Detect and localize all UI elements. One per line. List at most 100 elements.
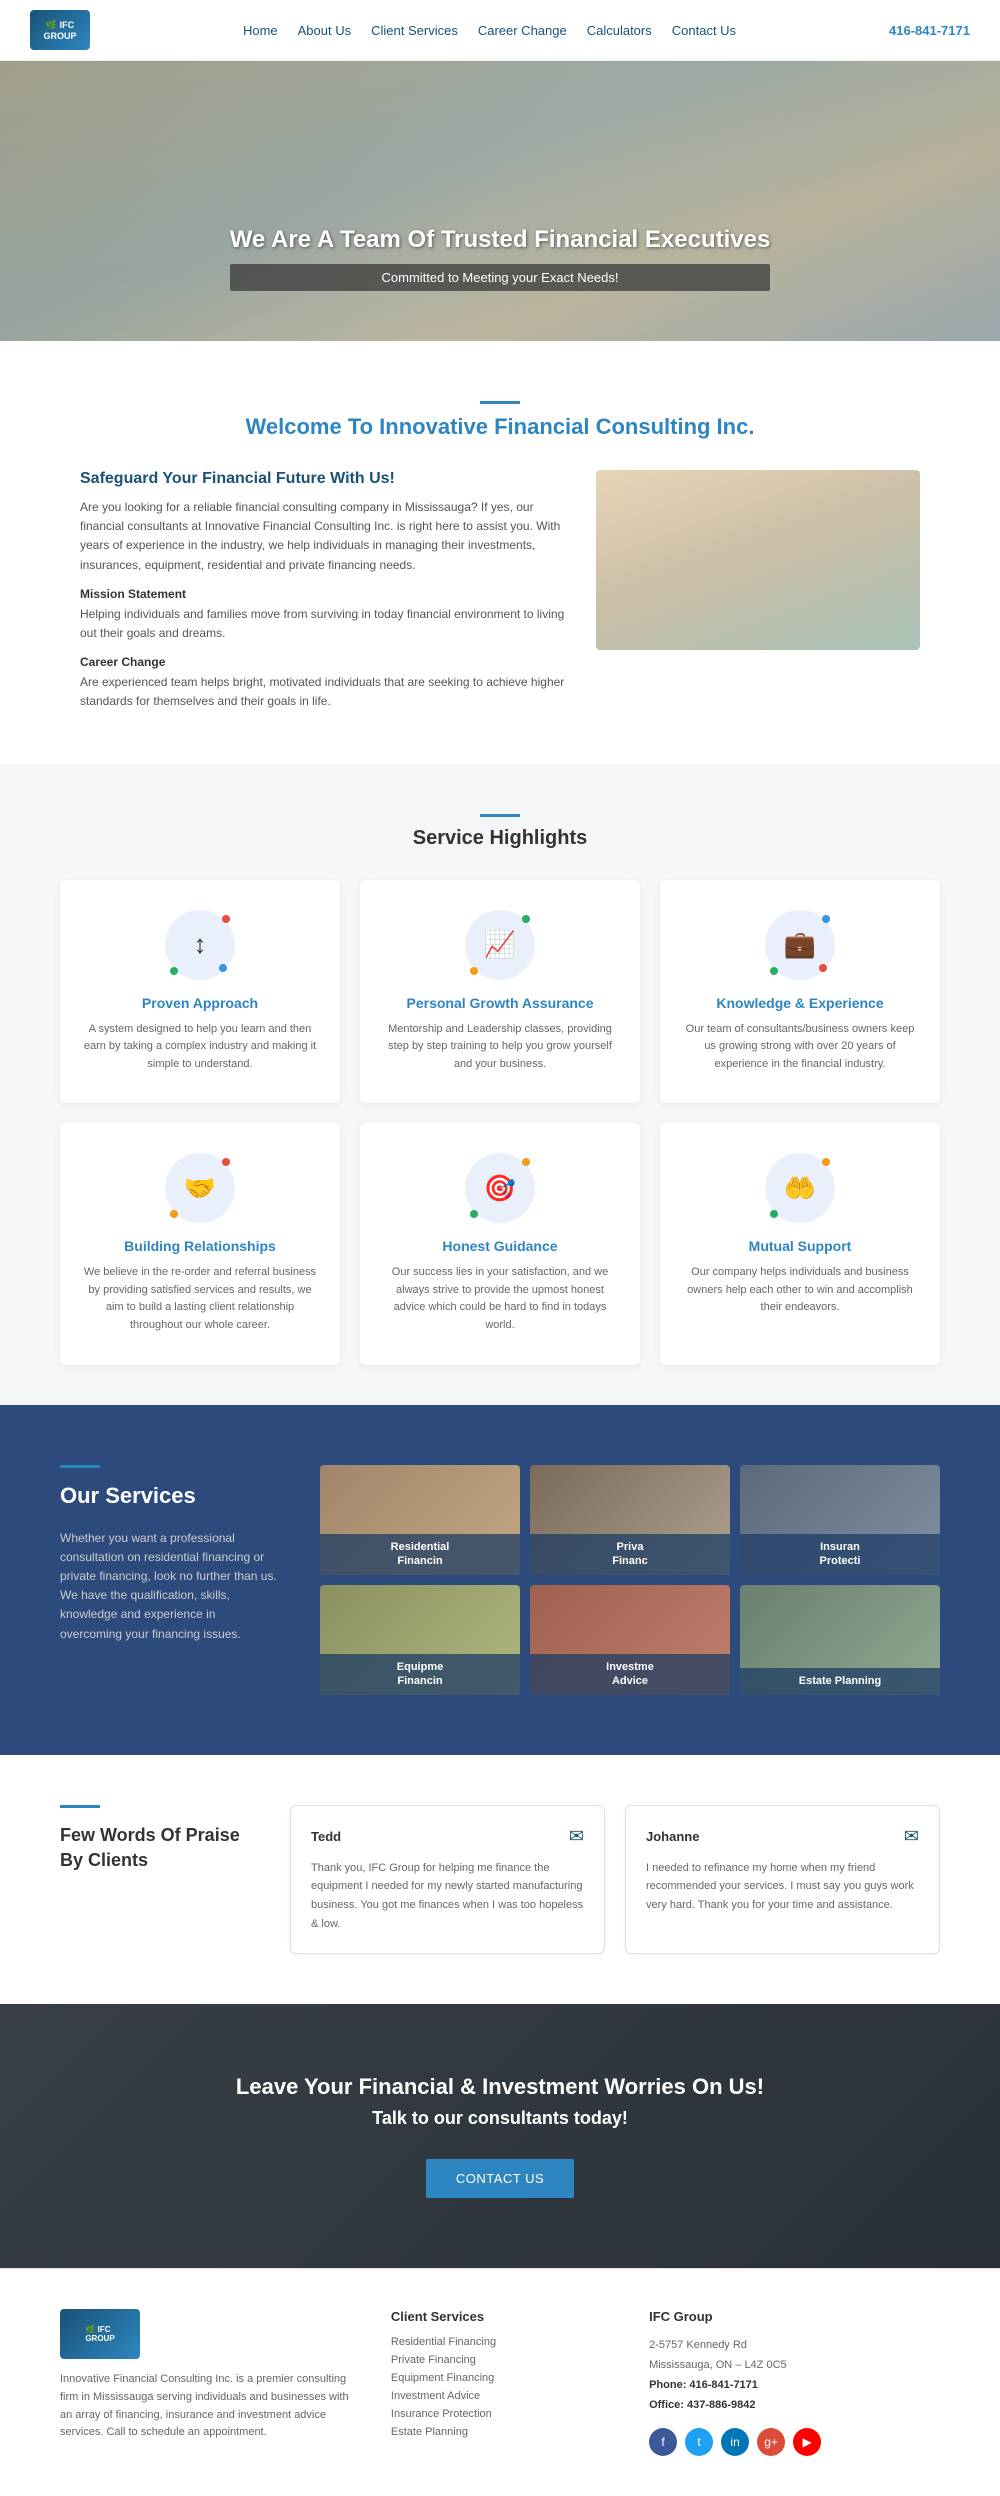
testimonial-name: Johanne <box>646 1829 699 1844</box>
welcome-section: Welcome To Innovative Financial Consulti… <box>0 341 1000 764</box>
services-description: Whether you want a professional consulta… <box>60 1529 280 1644</box>
logo-image: 🌿 IFCGROUP <box>30 10 90 50</box>
footer-client-services: Client Services Residential Financing Pri… <box>391 2309 609 2455</box>
welcome-image <box>596 470 920 650</box>
nav-calculators[interactable]: Calculators <box>587 23 652 38</box>
card-icon: 📈 <box>465 910 535 980</box>
welcome-text-block: Safeguard Your Financial Future With Us!… <box>80 470 566 724</box>
footer-logo-block: 🌿 IFCGROUP Innovative Financial Consulti… <box>60 2309 351 2455</box>
nav-career[interactable]: Career Change <box>478 23 567 38</box>
testimonial-text: I needed to refinance my home when my fr… <box>646 1859 919 1915</box>
card-icon: 💼 <box>765 910 835 980</box>
service-tile[interactable]: InvestmeAdvice <box>530 1585 730 1695</box>
navbar: 🌿 IFCGROUP Home About Us Client Services… <box>0 0 1000 61</box>
card-icon: 🤲 <box>765 1153 835 1223</box>
cta-subheading: Talk to our consultants today! <box>60 2108 940 2129</box>
card-title: Proven Approach <box>80 995 320 1011</box>
testimonials-heading: Few Words Of Praise By Clients <box>60 1823 260 1873</box>
nav-about[interactable]: About Us <box>298 23 351 38</box>
service-tile-label: InvestmeAdvice <box>530 1654 730 1695</box>
welcome-intro-text: Are you looking for a reliable financial… <box>80 498 566 575</box>
footer-cs-heading: Client Services <box>391 2309 609 2324</box>
footer-cs-link[interactable]: Equipment Financing <box>391 2372 609 2384</box>
card-description: Our company helps individuals and busine… <box>680 1264 920 1317</box>
card-description: We believe in the re-order and referral … <box>80 1264 320 1334</box>
cards-grid: ↕ Proven Approach A system designed to h… <box>60 880 940 1365</box>
cta-button[interactable]: CONTACT US <box>426 2159 574 2198</box>
mission-text: Helping individuals and families move fr… <box>80 605 566 643</box>
testimonial-card: Tedd ✉ Thank you, IFC Group for helping … <box>290 1805 605 1955</box>
welcome-heading: Welcome To Innovative Financial Consulti… <box>80 414 920 440</box>
social-icon-li[interactable]: in <box>721 2428 749 2456</box>
service-tile[interactable]: ResidentialFinancin <box>320 1465 520 1575</box>
testimonial-cards: Tedd ✉ Thank you, IFC Group for helping … <box>290 1805 940 1955</box>
cta-heading: Leave Your Financial & Investment Worrie… <box>60 2074 940 2100</box>
logo[interactable]: 🌿 IFCGROUP <box>30 10 90 50</box>
cta-section: Leave Your Financial & Investment Worrie… <box>0 2004 1000 2268</box>
service-card: 💼 Knowledge & Experience Our team of con… <box>660 880 940 1104</box>
service-card: 🎯 Honest Guidance Our success lies in yo… <box>360 1123 640 1364</box>
card-description: A system designed to help you learn and … <box>80 1021 320 1074</box>
footer-address: 2-5757 Kennedy RdMississauga, ON – L4Z 0… <box>649 2336 940 2415</box>
welcome-divider <box>80 391 920 414</box>
service-tile-label: InsuranProtecti <box>740 1534 940 1575</box>
testimonials-left: Few Words Of Praise By Clients <box>60 1805 260 1873</box>
nav-client-services[interactable]: Client Services <box>371 23 458 38</box>
highlights-heading: Service Highlights <box>60 827 940 850</box>
nav-home[interactable]: Home <box>243 23 278 38</box>
footer-ifc-heading: IFC Group <box>649 2309 940 2324</box>
service-tile-label: ResidentialFinancin <box>320 1534 520 1575</box>
service-tile[interactable]: Estate Planning <box>740 1585 940 1695</box>
nav-links: Home About Us Client Services Career Cha… <box>243 23 736 38</box>
testimonial-name: Tedd <box>311 1829 341 1844</box>
card-icon: ↕ <box>165 910 235 980</box>
social-icon-fb[interactable]: f <box>649 2428 677 2456</box>
social-icon-gp[interactable]: g+ <box>757 2428 785 2456</box>
service-tile-label: Estate Planning <box>740 1668 940 1694</box>
testimonial-card: Johanne ✉ I needed to refinance my home … <box>625 1805 940 1955</box>
social-icon-tw[interactable]: t <box>685 2428 713 2456</box>
footer-about: Innovative Financial Consulting Inc. is … <box>60 2371 351 2441</box>
card-description: Mentorship and Leadership classes, provi… <box>380 1021 620 1074</box>
services-left: Our Services Whether you want a professi… <box>60 1465 280 1644</box>
service-card: 📈 Personal Growth Assurance Mentorship a… <box>360 880 640 1104</box>
card-title: Honest Guidance <box>380 1238 620 1254</box>
services-tiles-grid: ResidentialFinancin PrivaFinanc InsuranP… <box>320 1465 940 1695</box>
footer-ifc-group: IFC Group 2-5757 Kennedy RdMississauga, … <box>649 2309 940 2455</box>
card-title: Mutual Support <box>680 1238 920 1254</box>
footer-cs-link[interactable]: Insurance Protection <box>391 2408 609 2420</box>
footer-cs-link[interactable]: Residential Financing <box>391 2336 609 2348</box>
email-icon[interactable]: ✉ <box>904 1826 919 1847</box>
hero-heading: We Are A Team Of Trusted Financial Execu… <box>230 226 771 254</box>
hero-subheading: Committed to Meeting your Exact Needs! <box>230 264 771 291</box>
footer-cs-link[interactable]: Estate Planning <box>391 2426 609 2438</box>
welcome-intro-heading: Safeguard Your Financial Future With Us! <box>80 470 566 488</box>
footer-cs-link[interactable]: Investment Advice <box>391 2390 609 2402</box>
footer-cs-link[interactable]: Private Financing <box>391 2354 609 2366</box>
nav-contact[interactable]: Contact Us <box>672 23 736 38</box>
footer: 🌿 IFCGROUP Innovative Financial Consulti… <box>0 2268 1000 2495</box>
card-icon: 🎯 <box>465 1153 535 1223</box>
social-icon-yt[interactable]: ▶ <box>793 2428 821 2456</box>
card-description: Our success lies in your satisfaction, a… <box>380 1264 620 1334</box>
testimonials-section: Few Words Of Praise By Clients Tedd ✉ Th… <box>0 1755 1000 2005</box>
phone-number: 416-841-7171 <box>889 23 970 38</box>
service-tile-label: PrivaFinanc <box>530 1534 730 1575</box>
hero-section: We Are A Team Of Trusted Financial Execu… <box>0 61 1000 341</box>
card-icon: 🤝 <box>165 1153 235 1223</box>
card-title: Personal Growth Assurance <box>380 995 620 1011</box>
service-tile[interactable]: InsuranProtecti <box>740 1465 940 1575</box>
career-text: Are experienced team helps bright, motiv… <box>80 673 566 711</box>
service-tile[interactable]: EquipmeFinancin <box>320 1585 520 1695</box>
service-card: 🤲 Mutual Support Our company helps indiv… <box>660 1123 940 1364</box>
services-heading: Our Services <box>60 1483 280 1509</box>
service-highlights-section: Service Highlights ↕ Proven Approach A s… <box>0 764 1000 1405</box>
service-card: ↕ Proven Approach A system designed to h… <box>60 880 340 1104</box>
card-title: Building Relationships <box>80 1238 320 1254</box>
our-services-section: Our Services Whether you want a professi… <box>0 1405 1000 1755</box>
testimonial-text: Thank you, IFC Group for helping me fina… <box>311 1859 584 1934</box>
email-icon[interactable]: ✉ <box>569 1826 584 1847</box>
card-title: Knowledge & Experience <box>680 995 920 1011</box>
service-tile[interactable]: PrivaFinanc <box>530 1465 730 1575</box>
career-title: Career Change <box>80 655 566 669</box>
